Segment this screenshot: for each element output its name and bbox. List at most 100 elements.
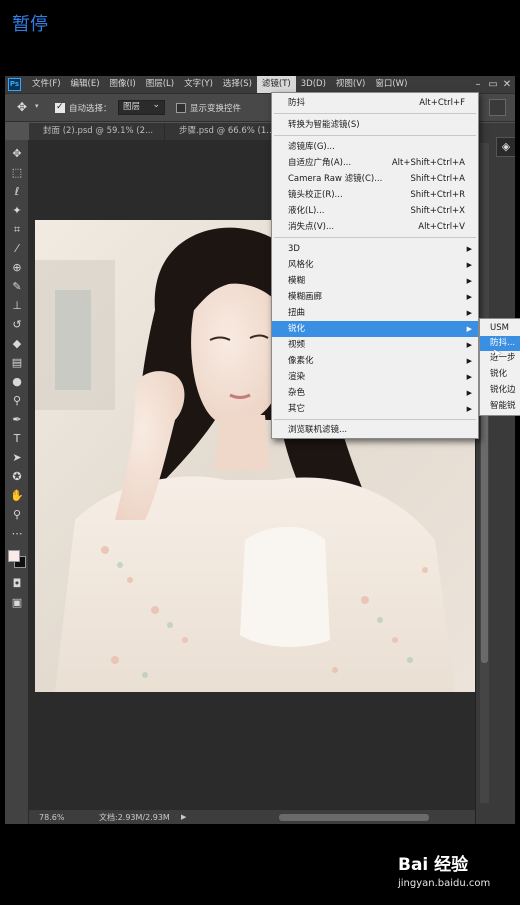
filter-menu-item[interactable]: 模糊 ▶ (272, 273, 478, 289)
filter-menu-item[interactable]: 渲染 ▶ (272, 369, 478, 385)
zoom-level[interactable]: 78.6% (39, 811, 64, 824)
custom-shape-tool-icon[interactable]: ✪ (9, 469, 25, 484)
tab-cover-psd[interactable]: 封面 (2).psd @ 59.1% (2... (29, 123, 165, 140)
more-tools-icon[interactable]: ⋯ (9, 526, 25, 541)
document-size: 文档:2.93M/2.93M (99, 813, 170, 822)
filter-menu: 防抖 Alt+Ctrl+F 转换为智能滤镜(S) 滤镜库(G)... 自适应广角(… (271, 92, 479, 439)
screen-mode-icon[interactable]: ▣ (9, 595, 25, 610)
ps-logo-icon: Ps (8, 78, 21, 91)
baidu-jingyan-logo: Bai 经验 (398, 855, 469, 875)
submenu-item-sharpen[interactable]: 锐化 (480, 367, 520, 382)
menu-layer[interactable]: 图层(L) (141, 76, 179, 93)
move-tool-icon[interactable]: ✥ (9, 146, 25, 161)
horizontal-scroll-thumb[interactable] (279, 814, 429, 821)
filter-menu-item[interactable]: 风格化 ▶ (272, 257, 478, 273)
menu-file[interactable]: 文件(F) (27, 76, 66, 93)
status-menu-arrow-icon[interactable]: ▶ (181, 811, 186, 824)
lasso-tool-icon[interactable]: ℓ (9, 184, 25, 199)
pen-tool-icon[interactable]: ✒ (9, 412, 25, 427)
menu-separator (274, 419, 476, 420)
menu-select[interactable]: 选择(S) (218, 76, 257, 93)
filter-menu-item[interactable]: 滤镜库(G)... (272, 139, 478, 155)
filter-menu-item[interactable]: 模糊画廊 ▶ (272, 289, 478, 305)
minimize-icon[interactable]: – (471, 76, 485, 93)
show-transform-checkbox[interactable] (176, 103, 186, 113)
auto-select-target-dropdown[interactable]: 图层 (118, 99, 165, 115)
menu-type[interactable]: 文字(Y) (179, 76, 218, 93)
healing-brush-tool-icon[interactable]: ⊕ (9, 260, 25, 275)
submenu-item-sharpen-edges[interactable]: 锐化边 (480, 383, 520, 398)
filter-menu-item[interactable]: 视频 ▶ (272, 337, 478, 353)
blur-tool-icon[interactable]: ● (9, 374, 25, 389)
vertical-scrollbar[interactable] (480, 143, 489, 803)
tool-preset-caret-icon[interactable]: ▾ (35, 102, 39, 110)
watermark-url: jingyan.baidu.com (398, 878, 491, 889)
filter-menu-item[interactable]: 像素化 ▶ (272, 353, 478, 369)
menu-view[interactable]: 视图(V) (331, 76, 370, 93)
submenu-arrow-icon: ▶ (466, 309, 472, 317)
menubar: Ps 文件(F) 编辑(E) 图像(I) 图层(L) 文字(Y) 选择(S) 滤… (5, 76, 515, 93)
auto-select-checkbox[interactable] (55, 103, 65, 113)
filter-menu-item[interactable]: 扭曲 ▶ (272, 305, 478, 321)
menu-filter[interactable]: 滤镜(T) (256, 76, 296, 93)
filter-menu-item[interactable]: 转换为智能滤镜(S) (272, 117, 478, 133)
submenu-item-smart-sharpen[interactable]: 智能锐 (480, 399, 520, 414)
history-brush-tool-icon[interactable]: ↺ (9, 317, 25, 332)
marquee-tool-icon[interactable]: ⬚ (9, 165, 25, 180)
filter-menu-item[interactable]: 3D ▶ (272, 241, 478, 257)
clone-stamp-tool-icon[interactable]: ⊥ (9, 298, 25, 313)
magic-wand-tool-icon[interactable]: ✦ (9, 203, 25, 218)
filter-menu-item[interactable]: 杂色 ▶ (272, 385, 478, 401)
pause-label: 暂停 (12, 14, 48, 35)
menu-3d[interactable]: 3D(D) (296, 76, 331, 93)
status-bar: 78.6% 文档:2.93M/2.93M ▶ (29, 809, 475, 824)
mouse-cursor-icon: ➤ (492, 346, 503, 360)
path-selection-tool-icon[interactable]: ➤ (9, 450, 25, 465)
zoom-tool-icon[interactable]: ⚲ (9, 507, 25, 522)
tab-steps-psd[interactable]: 步骤.psd @ 66.6% (1... (165, 123, 275, 140)
submenu-arrow-icon: ▶ (466, 261, 472, 269)
brush-tool-icon[interactable]: ✎ (9, 279, 25, 294)
filter-menu-item[interactable]: 自适应广角(A)... Alt+Shift+Ctrl+A (272, 155, 478, 171)
submenu-arrow-icon: ▶ (466, 245, 472, 253)
filter-menu-item[interactable]: Camera Raw 滤镜(C)... Shift+Ctrl+A (272, 171, 478, 187)
move-tool-icon[interactable]: ✥ (17, 100, 31, 114)
layers-panel-icon[interactable]: ◈ (496, 137, 515, 157)
filter-menu-item[interactable]: 消失点(V)... Alt+Ctrl+V (272, 219, 478, 235)
dodge-tool-icon[interactable]: ⚲ (9, 393, 25, 408)
quick-mask-icon[interactable]: ◘ (9, 576, 25, 591)
submenu-item-usm[interactable]: USM (480, 321, 520, 336)
filter-menu-item[interactable]: 镜头校正(R)... Shift+Ctrl+R (272, 187, 478, 203)
filter-menu-item[interactable]: 液化(L)... Shift+Ctrl+X (272, 203, 478, 219)
type-tool-icon[interactable]: T (9, 431, 25, 446)
submenu-arrow-icon: ▶ (466, 341, 472, 349)
filter-menu-item[interactable]: 浏览联机滤镜... (272, 422, 478, 438)
submenu-arrow-icon: ▶ (466, 405, 472, 413)
menu-image[interactable]: 图像(I) (105, 76, 141, 93)
submenu-arrow-icon: ▶ (466, 325, 472, 333)
hand-tool-icon[interactable]: ✋ (9, 488, 25, 503)
gradient-tool-icon[interactable]: ▤ (9, 355, 25, 370)
filter-menu-item[interactable]: 其它 ▶ (272, 401, 478, 417)
filter-menu-item[interactable]: 防抖 Alt+Ctrl+F (272, 95, 478, 111)
menu-edit[interactable]: 编辑(E) (66, 76, 105, 93)
workspace-button[interactable] (489, 99, 506, 116)
panel-dock: ◈ (475, 123, 515, 824)
tools-panel: ✥ ⬚ ℓ ✦ ⌗ ⁄ ⊕ ✎ ⊥ ↺ ◆ ▤ ● ⚲ ✒ T ➤ ✪ ✋ ⚲ … (5, 140, 29, 824)
menu-separator (274, 113, 476, 114)
maximize-icon[interactable]: ▭ (486, 76, 500, 93)
eraser-tool-icon[interactable]: ◆ (9, 336, 25, 351)
show-transform-label: 显示变换控件 (190, 104, 242, 114)
menu-separator (274, 135, 476, 136)
foreground-color-swatch[interactable] (8, 550, 20, 562)
crop-tool-icon[interactable]: ⌗ (9, 222, 25, 237)
menu-window[interactable]: 窗口(W) (370, 76, 412, 93)
auto-select-label: 自动选择： (69, 104, 112, 114)
eyedropper-tool-icon[interactable]: ⁄ (9, 241, 25, 256)
submenu-arrow-icon: ▶ (466, 357, 472, 365)
close-icon[interactable]: ✕ (500, 76, 514, 93)
filter-menu-item-sharpen[interactable]: 锐化 ▶ (272, 321, 478, 337)
submenu-arrow-icon: ▶ (466, 373, 472, 381)
submenu-arrow-icon: ▶ (466, 389, 472, 397)
menu-separator (274, 237, 476, 238)
